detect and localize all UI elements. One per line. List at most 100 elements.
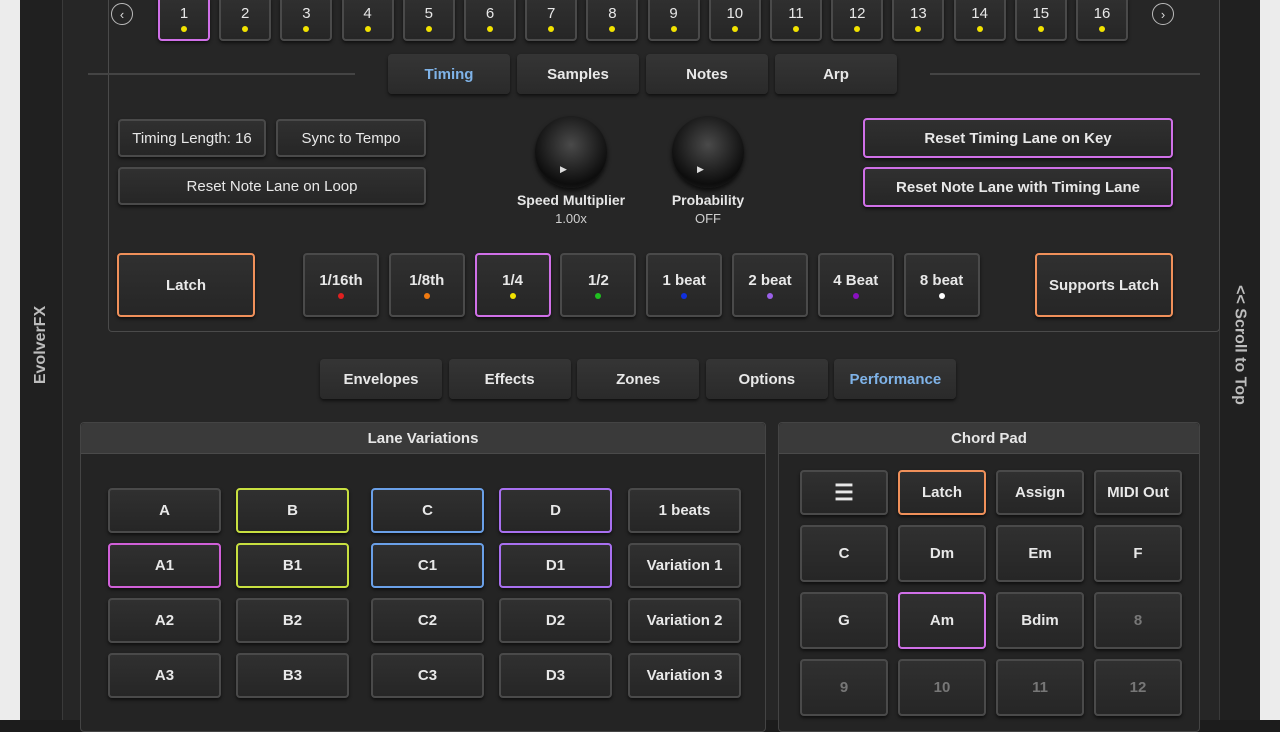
chord-pad-button-10[interactable]: 10 <box>898 659 986 716</box>
chord-pad-button-8[interactable]: 8 <box>1094 592 1182 649</box>
chord-pad-button-11[interactable]: 11 <box>996 659 1084 716</box>
step-label: 9 <box>669 5 678 22</box>
supports-latch-button[interactable]: Supports Latch <box>1035 253 1173 317</box>
step-button-10[interactable]: 10 <box>708 0 761 41</box>
step-button-16[interactable]: 16 <box>1076 0 1128 41</box>
variation-button-d[interactable]: D <box>499 488 612 533</box>
tab-notes[interactable]: Notes <box>646 54 768 94</box>
step-button-1[interactable]: 1 <box>158 0 210 41</box>
tab-zones[interactable]: Zones <box>577 359 700 399</box>
step-button-7[interactable]: 7 <box>525 0 578 41</box>
chord-pad-midi-out-button[interactable]: MIDI Out <box>1094 470 1182 515</box>
variation-button-b2[interactable]: B2 <box>236 598 349 643</box>
latch-button[interactable]: Latch <box>117 253 255 317</box>
probability-label: Probability <box>671 192 745 208</box>
step-label: 15 <box>1032 5 1050 22</box>
chevron-right-icon: › <box>1160 6 1166 22</box>
chord-pad-assign-button[interactable]: Assign <box>996 470 1084 515</box>
tab-performance[interactable]: Performance <box>834 359 957 399</box>
speed-multiplier-knob[interactable]: ▶ <box>535 116 607 188</box>
variation-button-d1[interactable]: D1 <box>499 543 612 588</box>
variation-button-b3[interactable]: B3 <box>236 653 349 698</box>
division-button-3[interactable]: 1/2 <box>560 253 637 317</box>
variation-button-c3[interactable]: C3 <box>371 653 484 698</box>
tab-envelopes[interactable]: Envelopes <box>320 359 442 399</box>
probability-knob[interactable]: ▶ <box>672 116 744 188</box>
app-window: EvolverFX << Scroll to Top ‹ 1 2 3 4 5 6 7 8 9 10 1… <box>20 0 1260 732</box>
chord-pad-button-g[interactable]: G <box>800 592 888 649</box>
tab-timing[interactable]: Timing <box>388 54 510 94</box>
chord-pad-title: Chord Pad <box>779 423 1199 454</box>
step-indicator-dot <box>364 26 371 32</box>
variation-button-a1[interactable]: A1 <box>108 543 221 588</box>
step-button-14[interactable]: 14 <box>953 0 1006 41</box>
chord-pad-button-am[interactable]: Am <box>898 592 986 649</box>
step-button-13[interactable]: 13 <box>892 0 945 41</box>
menu-button[interactable]: ☰ <box>800 470 888 515</box>
chord-pad-button-12[interactable]: 12 <box>1094 659 1182 716</box>
variation-button-b1[interactable]: B1 <box>236 543 349 588</box>
chord-pad-button-dm[interactable]: Dm <box>898 525 986 582</box>
scroll-to-top-link[interactable]: << Scroll to Top <box>1231 285 1249 405</box>
step-button-6[interactable]: 6 <box>464 0 516 41</box>
variation-button-variation-2[interactable]: Variation 2 <box>628 598 741 643</box>
chord-pad-button-bdim[interactable]: Bdim <box>996 592 1084 649</box>
division-label: 2 beat <box>748 271 792 289</box>
step-button-8[interactable]: 8 <box>586 0 639 41</box>
variation-button-a2[interactable]: A2 <box>108 598 221 643</box>
step-label: 12 <box>848 5 866 22</box>
division-button-1[interactable]: 1/8th <box>388 253 465 317</box>
step-button-11[interactable]: 11 <box>770 0 822 41</box>
variation-button-variation-3[interactable]: Variation 3 <box>628 653 741 698</box>
division-button-0[interactable]: 1/16th <box>303 253 379 317</box>
chord-pad-button-9[interactable]: 9 <box>800 659 888 716</box>
divider <box>930 73 1200 75</box>
variation-button-1-beats[interactable]: 1 beats <box>628 488 741 533</box>
tab-samples[interactable]: Samples <box>517 54 639 94</box>
variation-button-d3[interactable]: D3 <box>499 653 612 698</box>
timing-length-button[interactable]: Timing Length: 16 <box>118 119 266 157</box>
chord-pad-button-f[interactable]: F <box>1094 525 1182 582</box>
right-sidebar[interactable]: << Scroll to Top <box>1219 0 1260 720</box>
tab-options[interactable]: Options <box>705 359 828 399</box>
chord-pad-latch-button[interactable]: Latch <box>898 470 986 515</box>
step-button-12[interactable]: 12 <box>831 0 884 41</box>
variation-button-a3[interactable]: A3 <box>108 653 221 698</box>
division-button-4[interactable]: 1 beat <box>646 253 723 317</box>
step-button-9[interactable]: 9 <box>647 0 700 41</box>
division-button-2[interactable]: 1/4 <box>474 253 551 317</box>
reset-note-lane-timing-button[interactable]: Reset Note Lane with Timing Lane <box>863 167 1173 207</box>
reset-timing-lane-key-button[interactable]: Reset Timing Lane on Key <box>863 118 1173 158</box>
variation-button-c2[interactable]: C2 <box>371 598 484 643</box>
step-button-2[interactable]: 2 <box>219 0 272 41</box>
step-indicator-dot <box>915 26 922 32</box>
reset-note-lane-timing-label: Reset Note Lane with Timing Lane <box>896 178 1140 196</box>
tab-arp[interactable]: Arp <box>775 54 897 94</box>
step-indicator-dot <box>670 26 677 32</box>
step-button-15[interactable]: 15 <box>1014 0 1067 41</box>
step-label: 6 <box>485 5 495 22</box>
chord-pad-button-em[interactable]: Em <box>996 525 1084 582</box>
division-button-7[interactable]: 8 beat <box>903 253 980 317</box>
step-button-3[interactable]: 3 <box>280 0 333 41</box>
reset-note-lane-loop-button[interactable]: Reset Note Lane on Loop <box>118 167 426 205</box>
tab-effects[interactable]: Effects <box>448 359 571 399</box>
next-steps-button[interactable]: › <box>1152 3 1174 25</box>
variation-button-variation-1[interactable]: Variation 1 <box>628 543 741 588</box>
division-label: 1/4 <box>502 271 524 289</box>
variation-button-c1[interactable]: C1 <box>371 543 484 588</box>
variation-button-b[interactable]: B <box>236 488 349 533</box>
chord-pad-button-c[interactable]: C <box>800 525 888 582</box>
sync-to-tempo-button[interactable]: Sync to Tempo <box>276 119 426 157</box>
variation-button-a[interactable]: A <box>108 488 221 533</box>
left-sidebar: EvolverFX <box>20 0 63 720</box>
step-label: 11 <box>788 5 804 22</box>
division-button-6[interactable]: 4 Beat <box>817 253 894 317</box>
step-button-5[interactable]: 5 <box>402 0 455 41</box>
division-button-5[interactable]: 2 beat <box>732 253 808 317</box>
variation-button-d2[interactable]: D2 <box>499 598 612 643</box>
variation-button-c[interactable]: C <box>371 488 484 533</box>
step-button-4[interactable]: 4 <box>341 0 394 41</box>
step-indicator-dot <box>425 26 432 32</box>
prev-steps-button[interactable]: ‹ <box>111 3 133 25</box>
